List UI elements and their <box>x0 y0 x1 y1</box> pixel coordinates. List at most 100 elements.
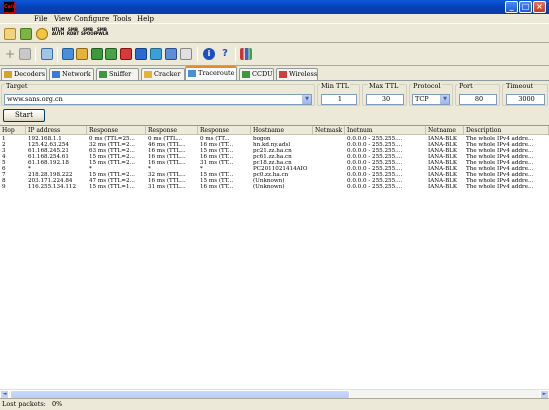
help-icon[interactable]: ? <box>219 48 231 60</box>
smb-pwlr-icon[interactable]: SMB PWLR <box>95 28 109 36</box>
smb-relay-icon[interactable]: SMB RDBT <box>66 28 80 36</box>
poison-icon[interactable] <box>36 28 48 40</box>
results-table: Hop IP address Response Response Response Hos… <box>0 125 549 389</box>
column-header-response-2[interactable]: Response <box>146 126 198 135</box>
column-header-response-3[interactable]: Response <box>198 126 251 135</box>
network-icon <box>52 71 60 78</box>
rainbow-table-icon[interactable] <box>120 48 132 60</box>
menu-tools[interactable]: Tools <box>113 15 131 23</box>
close-button[interactable]: × <box>533 1 546 13</box>
tab-sniffer[interactable]: Sniffer <box>96 68 139 80</box>
tab-label: Sniffer <box>109 70 132 78</box>
protocol-value: TCP <box>415 95 429 103</box>
stats-icon[interactable] <box>240 48 252 60</box>
wireless-scan-icon[interactable] <box>150 48 162 60</box>
max-ttl-input[interactable]: 30 <box>366 94 404 105</box>
info-icon[interactable]: i <box>203 48 215 60</box>
target-value: www.sans.org.cn <box>7 95 63 103</box>
wireless-icon <box>279 71 287 78</box>
port-group: Port 80 <box>455 82 500 106</box>
tab-label: Decoders <box>14 70 46 78</box>
status-bar: Lost packets: 0% <box>0 398 549 410</box>
smb-spoof-icon[interactable]: SMB SPOOF <box>81 28 96 36</box>
protocol-select[interactable]: TCP ▼ <box>412 94 450 105</box>
traceroute-icon <box>188 70 196 77</box>
target-label: Target <box>5 82 29 90</box>
menu-bar: File View Configure Tools Help <box>0 14 549 24</box>
hash-calc-icon[interactable] <box>165 48 177 60</box>
chevron-down-icon[interactable]: ▼ <box>440 95 449 104</box>
menu-file[interactable]: File <box>34 15 47 23</box>
start-sniffer-icon[interactable] <box>20 28 32 40</box>
tab-label: Network <box>62 70 91 78</box>
toolbar-separator <box>35 47 36 62</box>
cell-netmask <box>313 184 345 190</box>
tab-decoders[interactable]: Decoders <box>1 68 47 80</box>
remove-icon[interactable] <box>19 48 31 60</box>
timeout-input[interactable]: 3000 <box>506 94 545 105</box>
min-ttl-input[interactable]: 1 <box>321 94 357 105</box>
open-folder-icon[interactable] <box>4 28 16 40</box>
lost-packets-value: 0% <box>52 400 63 408</box>
column-header-hostname[interactable]: Hostname <box>251 126 313 135</box>
cell-description: The whole IPv4 addre... <box>466 184 534 190</box>
ccdu-icon <box>242 71 250 78</box>
toolbar-separator <box>235 47 236 62</box>
timeout-group: Timeout 3000 <box>502 82 548 106</box>
menu-help[interactable]: Help <box>137 15 154 23</box>
lost-packets-label: Lost packets: <box>2 400 46 408</box>
cell-inetnum: 0.0.0.0 - 255.255.... <box>347 184 403 190</box>
cain-app-icon[interactable]: Cain <box>3 1 16 13</box>
cell-hostname: (Unknown) <box>253 184 285 190</box>
table-row[interactable]: 9 116.255.134.112 15 ms (TTL=1... 31 ms (TT… <box>0 184 549 190</box>
target-input[interactable]: www.sans.org.cn ▼ <box>4 94 312 105</box>
timeout-label: Timeout <box>505 82 535 90</box>
column-header-description[interactable]: Description <box>464 126 549 135</box>
min-ttl-group: Min TTL 1 <box>317 82 360 106</box>
tab-traceroute[interactable]: Traceroute <box>185 66 237 80</box>
column-header-response-1[interactable]: Response <box>87 126 146 135</box>
terminal-icon[interactable] <box>135 48 147 60</box>
cryptanalysis-icon[interactable] <box>105 48 117 60</box>
tab-network[interactable]: Network <box>49 68 94 80</box>
cell-response-3: 16 ms (TT... <box>200 184 234 190</box>
network-scan-icon[interactable] <box>62 48 74 60</box>
tab-label: Cracker <box>154 70 181 78</box>
toolbar-bottom: + i ? <box>0 43 549 66</box>
ntlm-auth-icon[interactable]: NTLM AUTH <box>51 28 65 36</box>
min-ttl-label: Min TTL <box>320 82 351 90</box>
tab-cracker[interactable]: Cracker <box>141 68 185 80</box>
tab-ccdu[interactable]: CCDU <box>239 68 274 80</box>
column-header-netmask[interactable]: Netmask <box>313 126 345 135</box>
certificate-icon[interactable] <box>180 48 192 60</box>
traceroute-panel: Target www.sans.org.cn ▼ Min TTL 1 Max TT… <box>0 80 549 125</box>
column-header-ip-address[interactable]: IP address <box>26 126 87 135</box>
add-icon[interactable]: + <box>4 48 16 60</box>
minimize-button[interactable]: _ <box>505 1 518 13</box>
brute-force-icon[interactable] <box>91 48 103 60</box>
maximize-button[interactable]: □ <box>519 1 532 13</box>
dictionary-icon[interactable] <box>76 48 88 60</box>
tab-wireless[interactable]: Wireless <box>276 68 318 80</box>
table-header: Hop IP address Response Response Response Hos… <box>0 126 549 135</box>
start-button[interactable]: Start <box>3 109 45 122</box>
menu-configure[interactable]: Configure <box>74 15 109 23</box>
port-input[interactable]: 80 <box>459 94 497 105</box>
port-label: Port <box>458 82 474 90</box>
title-bar[interactable]: Cain _ □ × <box>0 0 549 14</box>
cell-response-1: 15 ms (TTL=1... <box>89 184 135 190</box>
toolbar-top: NTLM AUTH SMB RDBT SMB SPOOF SMB PWLR <box>0 24 549 43</box>
protocol-group: Protocol TCP ▼ <box>409 82 453 106</box>
menu-view[interactable]: View <box>54 15 71 23</box>
tab-label: Traceroute <box>198 69 235 77</box>
column-header-netname[interactable]: Netname <box>426 126 464 135</box>
tab-label: Wireless <box>289 70 318 78</box>
horizontal-scrollbar[interactable]: ◄ ► <box>0 389 549 399</box>
max-ttl-group: Max TTL 30 <box>362 82 407 106</box>
tab-strip: Decoders Network Sniffer Cracker Tracero… <box>0 66 549 80</box>
toolbar-separator <box>57 47 58 62</box>
column-header-hop[interactable]: Hop <box>0 126 26 135</box>
column-header-inetnum[interactable]: Inetnum <box>345 126 426 135</box>
settings-icon[interactable] <box>41 48 53 60</box>
chevron-down-icon[interactable]: ▼ <box>302 95 311 104</box>
